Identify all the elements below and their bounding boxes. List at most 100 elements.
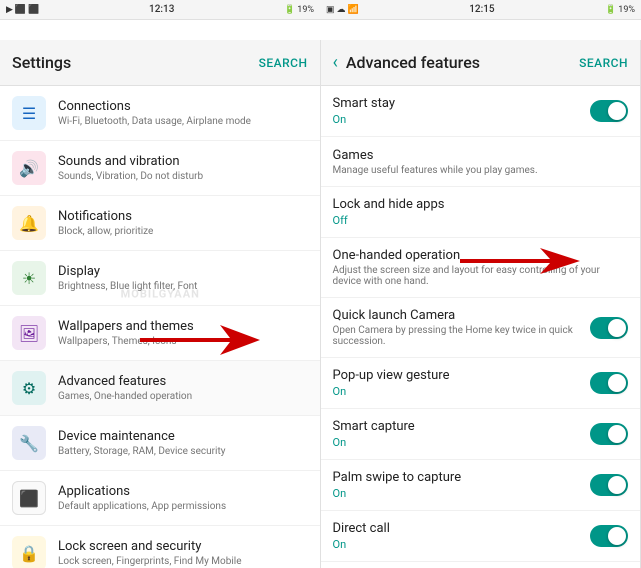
adv-desc-quick-launch: Open Camera by pressing the Home key twi… — [333, 325, 583, 347]
battery-icon-right: 🔋 — [605, 5, 616, 15]
adv-name-games: Games — [333, 148, 629, 163]
adv-name-quick-launch: Quick launch Camera — [333, 308, 583, 323]
setting-desc-connections: Wi-Fi, Bluetooth, Data usage, Airplane m… — [58, 116, 308, 127]
setting-name-sounds: Sounds and vibration — [58, 154, 308, 169]
toggle-smart-capture[interactable] — [590, 423, 628, 445]
adv-status-lock-hide: Off — [333, 214, 629, 227]
status-icon-1: ▶ — [6, 5, 13, 15]
adv-item-direct-call[interactable]: Direct call On — [321, 511, 641, 562]
setting-desc-device: Battery, Storage, RAM, Device security — [58, 446, 308, 457]
applications-icon: ⬛ — [12, 481, 46, 515]
toggle-knob-direct-call — [608, 527, 626, 545]
adv-status-smart-stay: On — [333, 113, 583, 126]
adv-status-smart-capture: On — [333, 436, 583, 449]
sidebar-item-sounds[interactable]: 🔊 Sounds and vibration Sounds, Vibration, … — [0, 141, 320, 196]
adv-item-popup-view[interactable]: Pop-up view gesture On — [321, 358, 641, 409]
adv-item-quick-launch[interactable]: Quick launch Camera Open Camera by pressi… — [321, 298, 641, 358]
status-bar-right: ▣ ☁ 📶 12:15 🔋 19% — [320, 4, 641, 15]
adv-status-palm-swipe: On — [333, 487, 583, 500]
right-panel: ‹ Advanced features SEARCH Smart stay On G… — [321, 40, 641, 568]
toggle-popup-view[interactable] — [590, 372, 628, 394]
setting-desc-applications: Default applications, App permissions — [58, 501, 308, 512]
advanced-icon: ⚙ — [12, 371, 46, 405]
right-settings-list: Smart stay On Games Manage useful features … — [321, 86, 641, 568]
setting-desc-lockscreen: Lock screen, Fingerprints, Find My Mobil… — [58, 556, 308, 567]
wallpapers-icon: 🖼 — [12, 316, 46, 350]
setting-name-connections: Connections — [58, 99, 308, 114]
setting-desc-advanced: Games, One-handed operation — [58, 391, 308, 402]
status-icon-3: ⬛ — [28, 5, 39, 15]
toggle-knob-smart-capture — [608, 425, 626, 443]
adv-item-games[interactable]: Games Manage useful features while you pl… — [321, 137, 641, 187]
status-icon-r2: ☁ — [337, 5, 346, 15]
display-icon: ☀ — [12, 261, 46, 295]
setting-name-lockscreen: Lock screen and security — [58, 539, 308, 554]
adv-desc-games: Manage useful features while you play ga… — [333, 165, 629, 176]
battery-icon-left: 🔋 — [284, 5, 295, 15]
back-button[interactable]: ‹ — [333, 52, 338, 73]
adv-name-smart-capture: Smart capture — [333, 419, 583, 434]
status-icon-r1: ▣ — [326, 5, 335, 15]
adv-item-smart-capture[interactable]: Smart capture On — [321, 409, 641, 460]
right-panel-header: ‹ Advanced features SEARCH — [321, 40, 641, 86]
left-panel-title: Settings — [12, 53, 259, 72]
toggle-knob-quick-launch — [608, 319, 626, 337]
setting-desc-sounds: Sounds, Vibration, Do not disturb — [58, 171, 308, 182]
time-right: 12:15 — [361, 4, 603, 15]
battery-left: 19% — [297, 5, 314, 15]
status-bar-left: ▶ ⬛ ⬛ 12:13 🔋 19% — [0, 4, 320, 15]
adv-name-lock-hide: Lock and hide apps — [333, 197, 629, 212]
right-panel-title: Advanced features — [346, 53, 579, 72]
left-settings-list: ☰ Connections Wi-Fi, Bluetooth, Data usage… — [0, 86, 320, 568]
time-left: 12:13 — [41, 4, 282, 15]
lockscreen-icon: 🔒 — [12, 536, 46, 568]
toggle-knob-popup-view — [608, 374, 626, 392]
setting-name-notifications: Notifications — [58, 209, 308, 224]
adv-item-lock-hide[interactable]: Lock and hide apps Off — [321, 187, 641, 238]
adv-name-smart-stay: Smart stay — [333, 96, 583, 111]
battery-right: 19% — [618, 5, 635, 15]
adv-status-direct-call: On — [333, 538, 583, 551]
wifi-icon: 📶 — [348, 5, 359, 15]
adv-item-palm-swipe[interactable]: Palm swipe to capture On — [321, 460, 641, 511]
toggle-direct-call[interactable] — [590, 525, 628, 547]
sidebar-item-wallpapers[interactable]: 🖼 Wallpapers and themes Wallpapers, Themes… — [0, 306, 320, 361]
setting-desc-display: Brightness, Blue light filter, Font — [58, 281, 308, 292]
sidebar-item-advanced[interactable]: ⚙ Advanced features Games, One-handed oper… — [0, 361, 320, 416]
adv-name-one-handed: One-handed operation — [333, 248, 629, 263]
sidebar-item-connections[interactable]: ☰ Connections Wi-Fi, Bluetooth, Data usage… — [0, 86, 320, 141]
setting-desc-wallpapers: Wallpapers, Themes, Icons — [58, 336, 308, 347]
sidebar-item-display[interactable]: ☀ Display Brightness, Blue light filter, F… — [0, 251, 320, 306]
setting-name-applications: Applications — [58, 484, 308, 499]
adv-desc-one-handed: Adjust the screen size and layout for ea… — [333, 265, 629, 287]
left-panel-header: Settings SEARCH — [0, 40, 320, 86]
sidebar-item-notifications[interactable]: 🔔 Notifications Block, allow, prioritize — [0, 196, 320, 251]
connections-icon: ☰ — [12, 96, 46, 130]
sidebar-item-applications[interactable]: ⬛ Applications Default applications, App p… — [0, 471, 320, 526]
sidebar-item-lockscreen[interactable]: 🔒 Lock screen and security Lock screen, Fi… — [0, 526, 320, 568]
setting-name-display: Display — [58, 264, 308, 279]
toggle-smart-stay[interactable] — [590, 100, 628, 122]
sidebar-item-device[interactable]: 🔧 Device maintenance Battery, Storage, RAM… — [0, 416, 320, 471]
toggle-palm-swipe[interactable] — [590, 474, 628, 496]
toggle-knob-smart-stay — [608, 102, 626, 120]
right-search-button[interactable]: SEARCH — [579, 56, 628, 70]
adv-item-smart-stay[interactable]: Smart stay On — [321, 86, 641, 137]
device-icon: 🔧 — [12, 426, 46, 460]
setting-name-advanced: Advanced features — [58, 374, 308, 389]
toggle-quick-launch[interactable] — [590, 317, 628, 339]
sounds-icon: 🔊 — [12, 151, 46, 185]
adv-item-one-handed[interactable]: One-handed operation Adjust the screen si… — [321, 238, 641, 298]
status-icon-2: ⬛ — [15, 5, 26, 15]
left-panel: Settings SEARCH ☰ Connections Wi-Fi, Bluet… — [0, 40, 321, 568]
setting-name-device: Device maintenance — [58, 429, 308, 444]
setting-name-wallpapers: Wallpapers and themes — [58, 319, 308, 334]
adv-name-popup-view: Pop-up view gesture — [333, 368, 583, 383]
notifications-icon: 🔔 — [12, 206, 46, 240]
adv-status-popup-view: On — [333, 385, 583, 398]
adv-name-palm-swipe: Palm swipe to capture — [333, 470, 583, 485]
setting-desc-notifications: Block, allow, prioritize — [58, 226, 308, 237]
toggle-knob-palm-swipe — [608, 476, 626, 494]
adv-name-direct-call: Direct call — [333, 521, 583, 536]
left-search-button[interactable]: SEARCH — [259, 56, 308, 70]
